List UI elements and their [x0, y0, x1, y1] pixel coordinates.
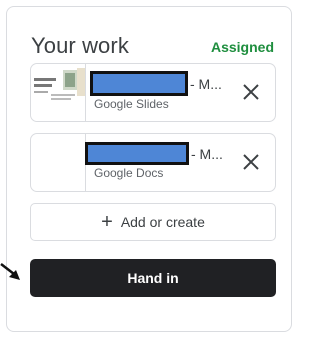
- close-icon[interactable]: [239, 80, 263, 104]
- arrow-pointer-icon: [0, 262, 26, 289]
- docs-thumbnail[interactable]: [31, 134, 86, 191]
- slides-thumbnail-image: [31, 64, 85, 121]
- attachment-type-label: Google Slides: [94, 97, 169, 111]
- attachment-name-suffix: - M...: [191, 146, 223, 162]
- attachment-slides[interactable]: - M... Google Slides: [30, 63, 276, 122]
- assignment-status: Assigned: [210, 39, 274, 55]
- docs-thumbnail-image: [31, 134, 85, 191]
- close-icon[interactable]: [239, 150, 263, 174]
- add-or-create-button[interactable]: + Add or create: [30, 203, 276, 241]
- attachment-docs[interactable]: - M... Google Docs: [30, 133, 276, 192]
- card-title: Your work: [31, 33, 129, 58]
- redacted-filename: [90, 71, 188, 96]
- attachment-name-suffix: - M...: [190, 76, 222, 92]
- hand-in-button[interactable]: Hand in: [30, 259, 276, 297]
- redacted-filename: [85, 142, 189, 165]
- hand-in-label: Hand in: [127, 270, 179, 286]
- attachment-type-label: Google Docs: [94, 166, 164, 180]
- plus-icon: +: [101, 211, 113, 233]
- add-or-create-label: Add or create: [120, 214, 205, 230]
- slides-thumbnail[interactable]: [31, 64, 86, 121]
